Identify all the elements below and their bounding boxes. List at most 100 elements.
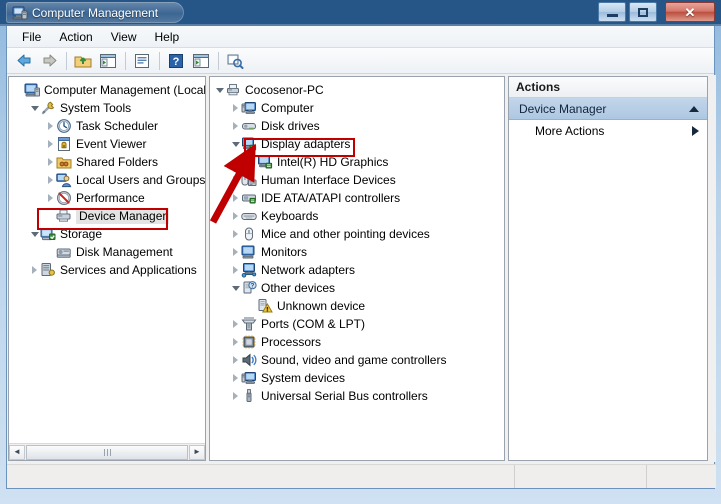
tree-item[interactable]: Computer Management (Local [13, 81, 205, 99]
expander-closed[interactable] [230, 207, 241, 225]
tree-item-label: Universal Serial Bus controllers [261, 389, 428, 403]
caret-right-icon[interactable] [692, 126, 699, 136]
expander-closed[interactable] [230, 117, 241, 135]
tree-item-label: Ports (COM & LPT) [261, 317, 366, 331]
maximize-icon [638, 7, 648, 17]
caret-up-icon[interactable] [689, 105, 699, 112]
scrollbar-thumb[interactable] [26, 444, 188, 460]
expander-closed[interactable] [45, 117, 56, 135]
other-device-icon: ? [241, 280, 257, 296]
expander-closed[interactable] [230, 369, 241, 387]
back-icon[interactable] [12, 50, 36, 72]
expander-closed[interactable] [230, 387, 241, 405]
expander-closed[interactable] [230, 243, 241, 261]
tree-item[interactable]: Cocosenor-PC [214, 81, 502, 99]
menu-bar: File Action View Help [7, 26, 714, 48]
tree-item-label: Other devices [261, 281, 336, 295]
tree-item-label: Sound, video and game controllers [261, 353, 447, 367]
expander-closed[interactable] [45, 171, 56, 189]
tree-item[interactable]: Keyboards [214, 207, 502, 225]
tree-item-label: Performance [76, 191, 145, 205]
menu-file[interactable]: File [13, 28, 50, 46]
expander-closed[interactable] [230, 99, 241, 117]
scroll-right-button[interactable]: ► [189, 444, 205, 460]
tree-item[interactable]: Human Interface Devices [214, 171, 502, 189]
tree-item[interactable]: Processors [214, 333, 502, 351]
minimize-button[interactable] [598, 2, 626, 22]
update-driver-icon[interactable] [223, 50, 247, 72]
system-tools-icon [40, 100, 56, 116]
monitor-icon [241, 244, 257, 260]
tree-item[interactable]: Shared Folders [13, 153, 203, 171]
tree-item[interactable]: System devices [214, 369, 502, 387]
triangle-right-icon [233, 356, 238, 364]
expander-closed[interactable] [230, 171, 241, 189]
expander-closed[interactable] [230, 261, 241, 279]
expander-open[interactable] [214, 81, 225, 99]
usb-controller-icon [241, 388, 257, 404]
device-tree: Cocosenor-PC Computer Disk drives Display a… [210, 77, 504, 405]
tree-item[interactable]: Universal Serial Bus controllers [214, 387, 502, 405]
tree-item[interactable]: System Tools [13, 99, 203, 117]
expander-open[interactable] [230, 135, 241, 153]
actions-item-more-actions[interactable]: More Actions [509, 120, 707, 142]
tree-item-label: IDE ATA/ATAPI controllers [261, 191, 401, 205]
expander-closed[interactable] [45, 153, 56, 171]
properties-icon[interactable] [130, 50, 154, 72]
forward-icon[interactable] [37, 50, 61, 72]
tree-item[interactable]: IDE ATA/ATAPI controllers [214, 189, 502, 207]
status-segment-3 [646, 465, 716, 488]
tree-item[interactable]: Mice and other pointing devices [214, 225, 502, 243]
horizontal-scrollbar[interactable]: ◄ ► [9, 443, 205, 460]
expander-closed[interactable] [29, 261, 40, 279]
tree-item[interactable]: Network adapters [214, 261, 502, 279]
expander-open[interactable] [230, 279, 241, 297]
expander-closed[interactable] [230, 351, 241, 369]
tree-item[interactable]: Unknown device [214, 297, 502, 315]
actions-pane: Actions Device Manager More Actions [508, 76, 708, 461]
close-button[interactable]: ✕ [665, 2, 715, 22]
expander-closed[interactable] [230, 225, 241, 243]
scan-for-changes-icon[interactable] [189, 50, 213, 72]
tree-item[interactable]: Computer [214, 99, 502, 117]
up-one-level-icon[interactable] [71, 50, 95, 72]
triangle-down-icon [231, 285, 240, 291]
svg-text:?: ? [251, 283, 255, 289]
tree-item-label: System devices [261, 371, 346, 385]
menu-view[interactable]: View [102, 28, 146, 46]
tree-item[interactable]: Performance [13, 189, 203, 207]
actions-group-device-manager[interactable]: Device Manager [509, 98, 707, 120]
triangle-down-icon [30, 231, 39, 237]
expander-closed[interactable] [230, 189, 241, 207]
expander-closed[interactable] [45, 135, 56, 153]
menu-action[interactable]: Action [50, 28, 101, 46]
tree-item-label: Unknown device [277, 299, 366, 313]
tree-item[interactable]: Disk drives [214, 117, 502, 135]
expander-closed[interactable] [230, 315, 241, 333]
expander-closed[interactable] [45, 189, 56, 207]
toolbar-separator-3 [159, 51, 160, 70]
tree-item[interactable]: Monitors [214, 243, 502, 261]
tree-item[interactable]: ? Other devices [214, 279, 502, 297]
tree-item-label: Disk drives [261, 119, 320, 133]
tree-item[interactable]: Local Users and Groups [13, 171, 205, 189]
maximize-button[interactable] [629, 2, 657, 22]
tree-item[interactable]: Services and Applications [13, 261, 203, 279]
status-segment-main [7, 465, 514, 488]
show-hide-tree-icon[interactable] [96, 50, 120, 72]
triangle-right-icon [32, 266, 37, 274]
menu-help[interactable]: Help [146, 28, 189, 46]
minimize-icon [606, 14, 618, 17]
tree-item[interactable]: Ports (COM & LPT) [214, 315, 502, 333]
tree-item-label: Network adapters [261, 263, 356, 277]
keyboard-icon [241, 208, 257, 224]
tree-item[interactable]: Event Viewer [13, 135, 203, 153]
expander-open[interactable] [29, 99, 40, 117]
tree-item[interactable]: Task Scheduler [13, 117, 203, 135]
triangle-right-icon [233, 266, 238, 274]
scroll-left-button[interactable]: ◄ [9, 444, 25, 460]
expander-closed[interactable] [230, 333, 241, 351]
tree-item[interactable]: Disk Management [13, 243, 203, 261]
help-icon[interactable]: ? [164, 50, 188, 72]
tree-item[interactable]: Sound, video and game controllers [214, 351, 502, 369]
